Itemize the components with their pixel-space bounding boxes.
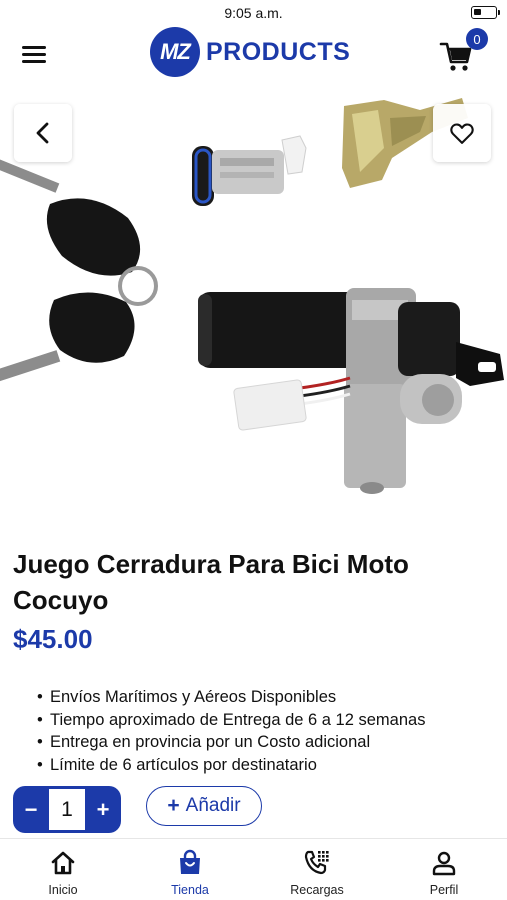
chevron-left-icon [36, 122, 49, 144]
keys-illustration [0, 157, 158, 382]
hamburger-menu-icon[interactable] [18, 40, 52, 70]
add-to-cart-label: Añadir [185, 795, 241, 816]
status-bar: 9:05 a.m. [0, 0, 507, 26]
shopping-bag-icon [180, 849, 200, 874]
bottom-navigation: Inicio Tienda Recargas Perfil [0, 838, 507, 900]
back-button[interactable] [14, 104, 72, 162]
brand-logo[interactable]: MZ PRODUCTS [150, 26, 350, 78]
battery-level [474, 9, 481, 15]
tab-recargas[interactable]: Recargas [254, 839, 380, 900]
quantity-decrease-button[interactable]: − [13, 786, 49, 833]
tab-tienda[interactable]: Tienda [127, 839, 253, 900]
tab-label: Inicio [48, 883, 78, 897]
feature-item: Envíos Marítimos y Aéreos Disponibles [37, 686, 425, 709]
battery-icon [471, 6, 500, 19]
feature-item: Tiempo aproximado de Entrega de 6 a 12 s… [37, 709, 425, 732]
product-title: Juego Cerradura Para Bici Moto Cocuyo [13, 549, 409, 615]
cart-count-badge: 0 [466, 28, 488, 50]
logo-text: PRODUCTS [206, 37, 351, 66]
add-to-cart-button[interactable]: + Añadir [146, 786, 262, 826]
status-time: 9:05 a.m. [224, 5, 283, 21]
quantity-stepper: − 1 + [13, 786, 121, 833]
feature-item: Límite de 6 artículos por destinatario [37, 754, 425, 777]
cart-button[interactable]: 0 [438, 28, 488, 72]
quantity-increase-button[interactable]: + [85, 786, 121, 833]
user-icon [432, 851, 456, 876]
phone-dialpad-icon [304, 850, 329, 875]
product-features-list: Envíos Marítimos y Aéreos Disponibles Ti… [37, 686, 425, 776]
tab-perfil[interactable]: Perfil [381, 839, 507, 900]
heart-icon [450, 123, 474, 144]
tab-label: Tienda [171, 883, 209, 897]
plus-icon: + [167, 794, 180, 817]
ignition-switch-illustration [198, 288, 504, 494]
home-icon [51, 851, 75, 875]
quantity-value[interactable]: 1 [49, 789, 85, 830]
product-image[interactable] [0, 88, 507, 518]
product-price: $45.00 [13, 624, 93, 654]
ignition-lock-set-illustration [0, 98, 504, 494]
app-header: MZ PRODUCTS 0 [0, 26, 507, 86]
logo-mark: MZ [150, 27, 200, 77]
feature-item: Entrega en provincia por un Costo adicio… [37, 731, 425, 754]
tab-label: Recargas [290, 883, 344, 897]
lock-cylinder-illustration [192, 135, 307, 206]
favorite-button[interactable] [433, 104, 491, 162]
tab-label: Perfil [429, 883, 459, 897]
tab-inicio[interactable]: Inicio [0, 839, 126, 900]
